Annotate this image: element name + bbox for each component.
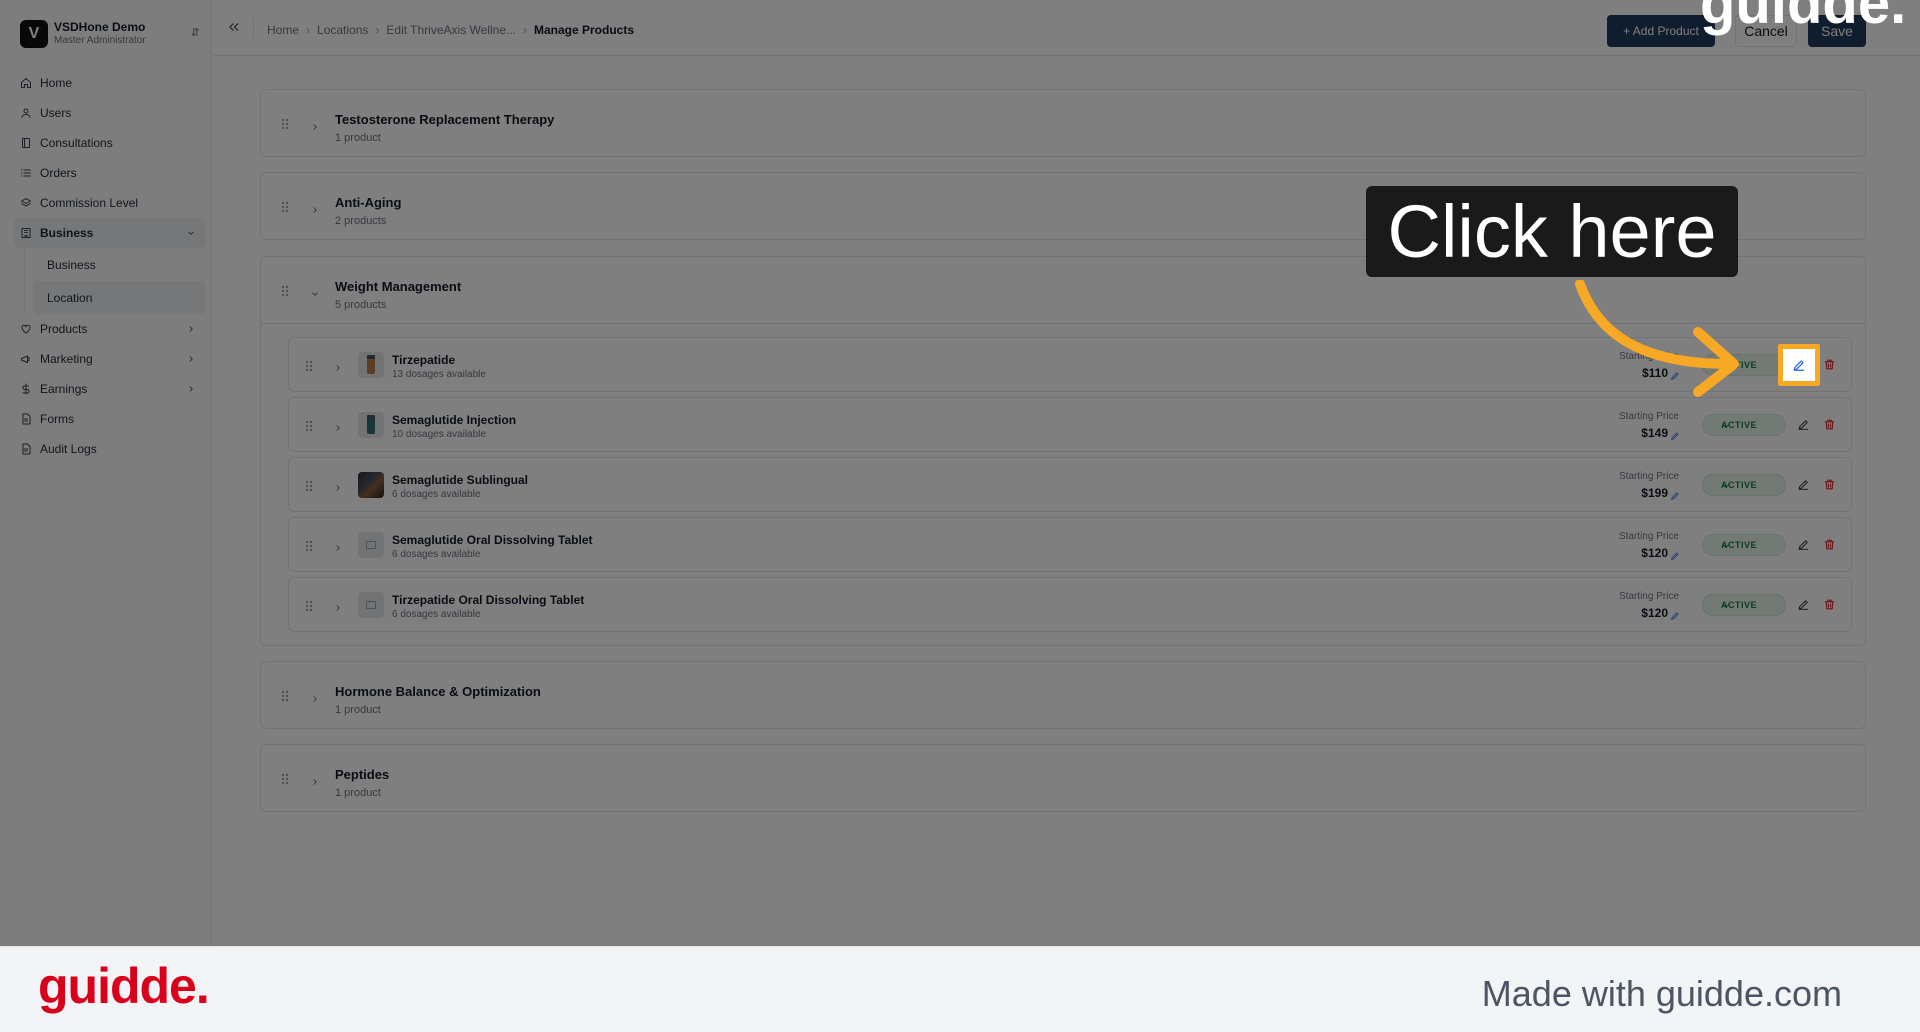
- made-with-text: Made with guidde.com: [1481, 973, 1842, 1014]
- guidde-logo: guidde.: [38, 958, 210, 1014]
- callout-arrow-icon: [1575, 280, 1739, 397]
- tutorial-dim-overlay: [0, 0, 1920, 946]
- highlighted-edit-product-button[interactable]: [1778, 344, 1820, 386]
- pencil-icon: [1783, 349, 1815, 381]
- tutorial-callout: Click here: [1366, 186, 1738, 277]
- guidde-watermark: guidde.: [1700, 0, 1907, 36]
- guidde-footer: guidde. Made with guidde.com: [0, 946, 1920, 1032]
